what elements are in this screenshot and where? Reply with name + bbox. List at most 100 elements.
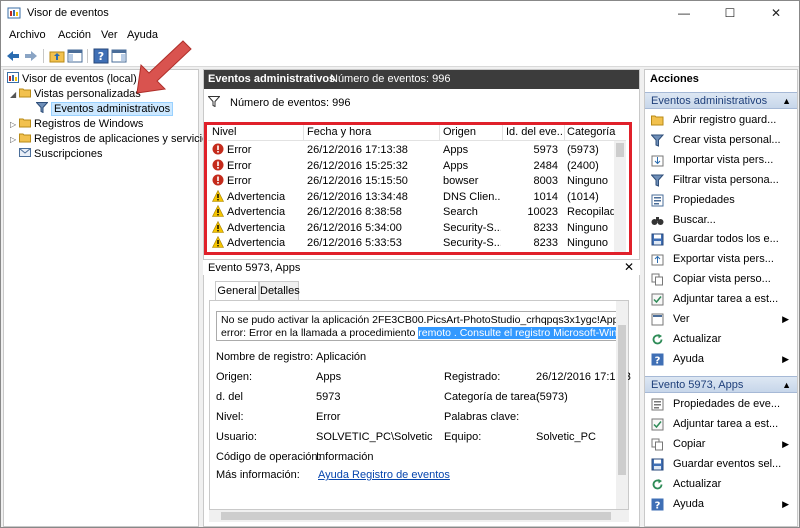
tree-label: Vistas personalizadas (34, 88, 141, 100)
window-title: Visor de eventos (27, 7, 109, 19)
action-label: Crear vista personal... (673, 133, 781, 146)
value-opcode: Información (316, 451, 374, 463)
forward-icon[interactable] (23, 48, 39, 64)
tab-details[interactable]: Detalles (259, 281, 300, 301)
detail-hscroll-thumb[interactable] (221, 512, 611, 520)
tree-item-windows-logs[interactable]: ▷ Registros de Windows (10, 117, 143, 132)
tree-label: Registros de Windows (34, 118, 144, 130)
detail-scroll-thumb[interactable] (618, 325, 626, 475)
console-tree: Visor de eventos (local) ◢ Vistas person… (3, 69, 214, 527)
tree-label: Suscripciones (34, 148, 103, 160)
expand-arrow-icon[interactable]: ▷ (10, 132, 19, 147)
event-properties-icon (651, 398, 664, 411)
action-label: Exportar vista pers... (673, 253, 774, 266)
value-event-id: 5973 (316, 391, 341, 403)
up-folder-icon[interactable] (49, 48, 65, 64)
filter-row: Número de eventos: 996 (207, 96, 351, 112)
action-label: Buscar... (673, 213, 716, 226)
actions-section-event[interactable]: Evento 5973, Apps ▲ (645, 376, 797, 393)
action-item[interactable]: Guardar eventos sel... (645, 455, 797, 474)
label-keywords: Palabras clave: (444, 411, 520, 423)
svg-text:?: ? (655, 500, 661, 511)
menu-accion[interactable]: Acción (58, 29, 91, 41)
menu-archivo[interactable]: Archivo (9, 29, 46, 41)
action-item[interactable]: Abrir registro guard... (645, 111, 797, 130)
back-icon[interactable] (5, 48, 21, 64)
tab-general[interactable]: General (215, 281, 259, 301)
submenu-arrow-icon: ▶ (782, 498, 789, 509)
actions-title: Acciones (645, 70, 797, 89)
event-message-box[interactable]: No se pudo activar la aplicación 2FE3CB0… (216, 311, 618, 341)
help-icon[interactable]: ? (93, 48, 109, 64)
show-action-pane-icon[interactable] (111, 48, 127, 64)
value-user: SOLVETIC_PC\Solvetic (316, 431, 433, 443)
minimize-button[interactable]: — (661, 1, 707, 25)
svg-text:?: ? (655, 355, 661, 366)
value-level: Error (316, 411, 341, 423)
label-event-id: d. del (216, 391, 243, 403)
actions-section-admin-events[interactable]: Eventos administrativos ▲ (645, 92, 797, 109)
event-detail-title: Evento 5973, Apps (208, 262, 301, 274)
message-line-1: No se pudo activar la aplicación 2FE3CB0… (221, 314, 618, 326)
action-item[interactable]: ? Ayuda ▶ (645, 350, 797, 369)
action-label: Copiar (673, 437, 706, 450)
action-item[interactable]: Buscar... (645, 211, 797, 230)
expand-arrow-icon[interactable]: ▷ (10, 117, 19, 132)
tree-item-custom-views[interactable]: ◢ Vistas personalizadas (10, 87, 141, 102)
action-item[interactable]: Guardar todos los e... (645, 230, 797, 249)
collapse-caret-icon[interactable]: ▲ (782, 93, 791, 110)
submenu-arrow-icon: ▶ (782, 353, 789, 364)
menu-ver[interactable]: Ver (101, 29, 118, 41)
action-item[interactable]: Crear vista personal... (645, 131, 797, 150)
action-item[interactable]: Copiar ▶ (645, 435, 797, 454)
close-detail-icon[interactable]: ✕ (624, 260, 634, 274)
tree-item-admin-events[interactable]: Eventos administrativos (36, 102, 174, 117)
action-item[interactable]: Actualizar (645, 475, 797, 494)
import-icon (651, 155, 664, 167)
message-line-2: error: Error en la llamada a procedimien… (221, 327, 617, 340)
action-item[interactable]: Propiedades de eve... (645, 395, 797, 414)
action-item[interactable]: Actualizar (645, 330, 797, 349)
section-label: Eventos administrativos (651, 95, 768, 107)
tree-label: Eventos administrativos (51, 102, 174, 116)
value-task-category: (5973) (536, 391, 568, 403)
filter-count-text: Número de eventos: 996 (230, 97, 351, 109)
action-item[interactable]: Adjuntar tarea a est... (645, 415, 797, 434)
close-button[interactable]: ✕ (753, 1, 799, 25)
tree-label: Registros de aplicaciones y servicios (34, 133, 214, 145)
collapse-arrow-icon[interactable]: ◢ (10, 87, 19, 102)
show-hide-tree-icon[interactable] (67, 48, 83, 64)
action-item[interactable]: Exportar vista pers... (645, 250, 797, 269)
save-icon (651, 458, 664, 471)
tree-item-app-logs[interactable]: ▷ Registros de aplicaciones y servicios (10, 132, 214, 147)
action-item[interactable]: Filtrar vista persona... (645, 171, 797, 190)
maximize-button[interactable]: ☐ (707, 1, 753, 25)
svg-text:?: ? (98, 50, 104, 63)
tree-item-root[interactable]: Visor de eventos (local) (7, 72, 137, 87)
more-info-link[interactable]: Ayuda Registro de eventos (318, 469, 450, 481)
action-item[interactable]: Ver ▶ (645, 310, 797, 329)
action-label: Propiedades (673, 193, 735, 206)
event-viewer-window: Visor de eventos — ☐ ✕ Archivo Acción Ve… (0, 0, 800, 528)
save-icon (651, 233, 664, 246)
action-item[interactable]: Propiedades (645, 191, 797, 210)
action-item[interactable]: Adjuntar tarea a est... (645, 290, 797, 309)
detail-scrollbar[interactable] (616, 301, 628, 509)
message-selected-text: remoto . Consulte el registro Microsoft-… (418, 327, 617, 339)
collapse-caret-icon[interactable]: ▲ (782, 377, 791, 394)
action-item[interactable]: Copiar vista perso... (645, 270, 797, 289)
action-label: Ayuda (673, 497, 704, 510)
action-item[interactable]: ? Ayuda ▶ (645, 495, 797, 514)
action-label: Abrir registro guard... (673, 114, 777, 126)
action-label: Guardar eventos sel... (673, 457, 782, 470)
label-user: Usuario: (216, 431, 257, 443)
title-bar: Visor de eventos — ☐ ✕ (1, 1, 799, 25)
properties-icon (651, 194, 664, 207)
detail-horizontal-scrollbar[interactable] (209, 510, 629, 522)
action-item[interactable]: Importar vista pers... (645, 151, 797, 170)
folder-open-icon (651, 115, 664, 126)
tree-item-subscriptions[interactable]: Suscripciones (19, 147, 102, 162)
action-label: Guardar todos los e... (673, 233, 779, 246)
submenu-arrow-icon: ▶ (782, 314, 789, 324)
label-computer: Equipo: (444, 431, 482, 443)
